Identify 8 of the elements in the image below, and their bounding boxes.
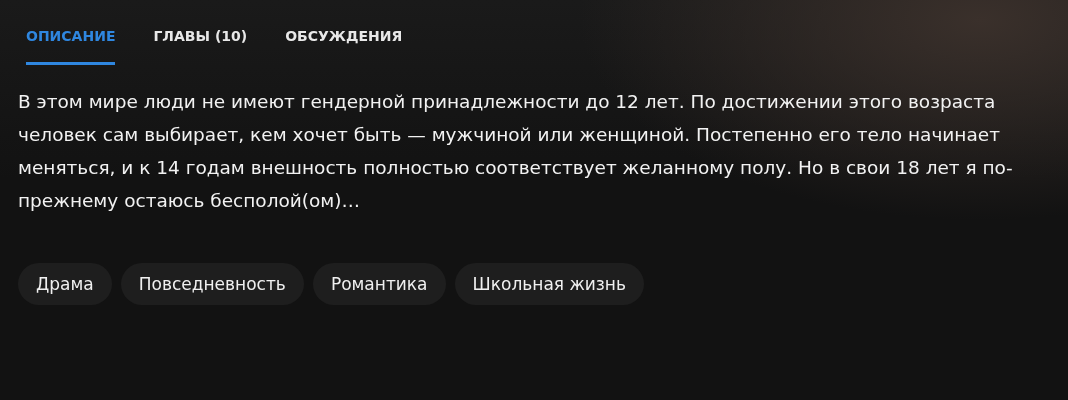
tab[interactable]: ОПИСАНИЕ xyxy=(26,22,116,65)
genre-tag[interactable]: Повседневность xyxy=(120,263,304,305)
tab[interactable]: ОБСУЖДЕНИЯ xyxy=(285,22,403,65)
description-text: В этом мире люди не имеют гендерной принадлежности до 12 лет. По достижении этого возраста человек сам выбирает, кем хочет быть — мужчиной или женщиной. Постепенно его тело начинает меняться, и к 14 годам внешность полностью соответствует желанному полу. Но в свои 18 лет я по-прежнему остаюсь бесполой(ом)… xyxy=(18,90,1014,213)
genre-tag[interactable]: Романтика xyxy=(312,263,446,305)
tab[interactable]: ГЛАВЫ (10) xyxy=(153,22,248,65)
genre-tag[interactable]: Школьная жизнь xyxy=(454,263,644,305)
genre-tag[interactable]: Драма xyxy=(18,263,112,305)
